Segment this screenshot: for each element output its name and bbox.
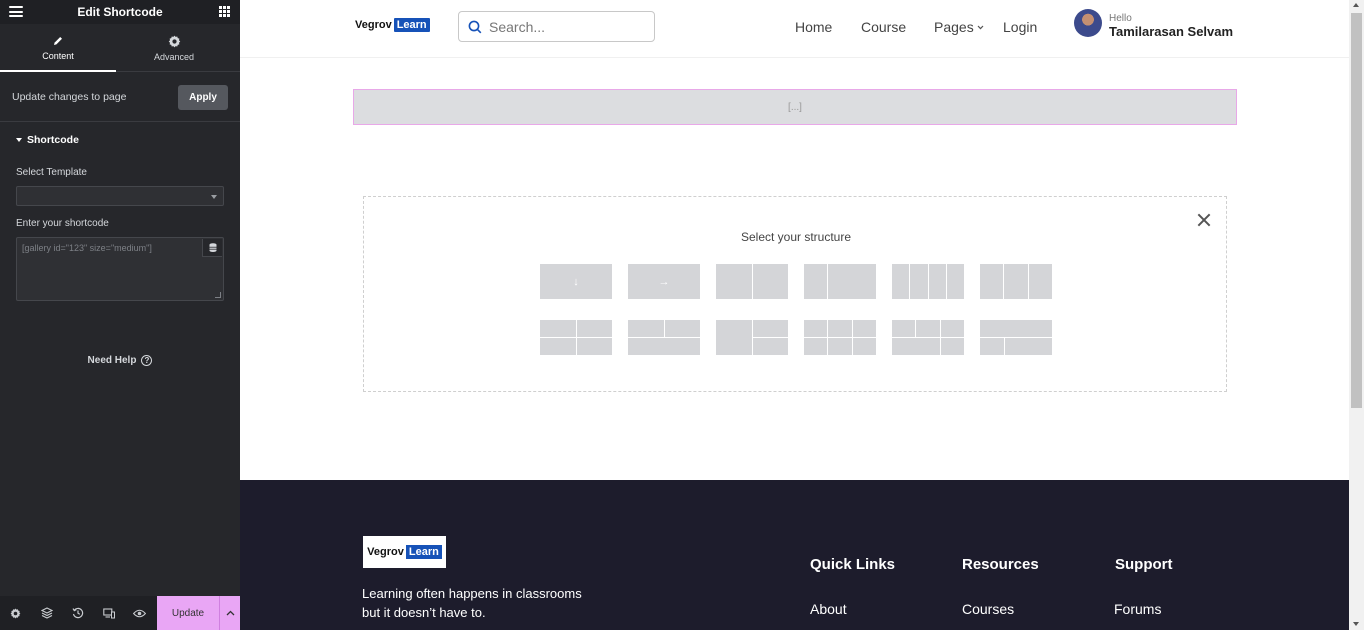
update-button[interactable]: Update: [157, 596, 219, 630]
panel-footer-bar: Update: [0, 596, 240, 630]
panel-header: Edit Shortcode: [0, 0, 240, 24]
panel-title: Edit Shortcode: [77, 5, 163, 19]
arrow-down-icon: ↓: [540, 264, 612, 299]
preset-two-columns-unequal[interactable]: [804, 264, 876, 299]
logo-word-1: Vegrov: [355, 19, 392, 31]
footer-quick-links-title: Quick Links: [810, 556, 896, 573]
select-template-label: Select Template: [16, 167, 87, 178]
footer-logo-word-2: Learn: [405, 545, 442, 559]
help-circle-icon: ?: [141, 355, 153, 366]
preset-two-over-one[interactable]: [628, 320, 700, 355]
preset-grid-2x2[interactable]: [540, 320, 612, 355]
search-placeholder: Search...: [489, 18, 546, 35]
scroll-up-arrow-icon[interactable]: [1353, 3, 1359, 7]
preset-two-columns[interactable]: [716, 264, 788, 299]
dropdown-arrow-icon: [211, 195, 217, 199]
tab-advanced-label: Advanced: [153, 51, 195, 62]
settings-icon[interactable]: [0, 596, 31, 630]
site-header: Vegrov Learn Search... Home Course Pages…: [240, 0, 1349, 58]
logo-word-2: Learn: [393, 18, 430, 32]
shortcode-preview-text: [...]: [788, 101, 802, 113]
footer-link-courses[interactable]: Courses: [962, 601, 1014, 617]
structure-selector: Select your structure ↓ →: [363, 196, 1227, 392]
scrollbar-thumb[interactable]: [1351, 13, 1362, 408]
preset-grid-2x2-unequal[interactable]: [980, 320, 1052, 355]
footer-logo[interactable]: Vegrov Learn: [363, 536, 446, 568]
site-logo[interactable]: Vegrov Learn: [355, 18, 430, 32]
update-options-chevron-up-icon[interactable]: [219, 596, 240, 630]
layers-icon[interactable]: [31, 596, 62, 630]
shortcode-placeholder: [gallery id="123" size="medium"]: [22, 243, 152, 253]
structure-title: Select your structure: [740, 230, 852, 244]
responsive-icon[interactable]: [93, 596, 124, 630]
database-icon: [209, 243, 216, 252]
footer-tagline: Learning often happens in classrooms but…: [362, 586, 582, 620]
chevron-down-icon: [977, 25, 984, 29]
user-greeting: Hello: [1109, 13, 1132, 24]
section-title: Shortcode: [27, 134, 79, 146]
footer-link-forums[interactable]: Forums: [1114, 601, 1161, 617]
elementor-editor-window: Edit Shortcode Content Advanced Update c…: [0, 0, 1364, 630]
history-icon[interactable]: [62, 596, 93, 630]
nav-login[interactable]: Login: [1003, 19, 1037, 35]
panel-tabs: Content Advanced: [0, 24, 240, 72]
tab-content-label: Content: [42, 50, 74, 61]
need-help-link[interactable]: Need Help ?: [0, 355, 240, 366]
footer-resources-title: Resources: [962, 556, 1039, 573]
footer-support-title: Support: [1115, 556, 1173, 573]
shortcode-textarea[interactable]: [gallery id="123" size="medium"]: [16, 237, 224, 301]
editor-panel: Edit Shortcode Content Advanced Update c…: [0, 0, 240, 630]
search-input[interactable]: Search...: [458, 11, 655, 42]
footer-link-about[interactable]: About: [810, 601, 847, 617]
preset-single-column[interactable]: ↓: [540, 264, 612, 299]
caret-down-icon: [16, 138, 22, 142]
tab-advanced[interactable]: Advanced: [116, 24, 232, 72]
site-preview: Vegrov Learn Search... Home Course Pages…: [240, 0, 1349, 630]
apply-button[interactable]: Apply: [178, 85, 228, 110]
preset-two-columns-horizontal[interactable]: →: [628, 264, 700, 299]
gear-icon: [168, 35, 181, 49]
user-name[interactable]: Tamilarasan Selvam: [1109, 24, 1233, 39]
preset-grid-3x2[interactable]: [804, 320, 876, 355]
widgets-grid-icon[interactable]: [219, 6, 230, 17]
scroll-down-arrow-icon[interactable]: [1353, 622, 1359, 626]
dynamic-tags-button[interactable]: [202, 239, 222, 257]
resize-handle-icon[interactable]: [215, 292, 221, 298]
select-template-dropdown[interactable]: [16, 186, 224, 206]
footer-logo-word-1: Vegrov: [367, 546, 404, 558]
nav-course[interactable]: Course: [861, 19, 906, 35]
search-icon: [468, 20, 482, 33]
tab-content[interactable]: Content: [0, 24, 116, 72]
arrow-right-icon: →: [628, 264, 700, 299]
preset-three-columns[interactable]: [980, 264, 1052, 299]
hamburger-menu-icon[interactable]: [9, 6, 23, 17]
nav-pages[interactable]: Pages: [934, 19, 984, 35]
update-changes-text: Update changes to page: [12, 91, 127, 103]
shortcode-field-label: Enter your shortcode: [16, 218, 109, 229]
preset-four-columns[interactable]: [892, 264, 964, 299]
avatar[interactable]: [1074, 9, 1102, 37]
nav-pages-label: Pages: [934, 19, 974, 35]
nav-home[interactable]: Home: [795, 19, 832, 35]
shortcode-section-toggle[interactable]: Shortcode: [16, 134, 79, 146]
need-help-label: Need Help: [87, 355, 137, 366]
page-scrollbar[interactable]: [1349, 0, 1364, 630]
preset-grid-3x2-alt[interactable]: [892, 320, 964, 355]
preview-eye-icon[interactable]: [124, 596, 155, 630]
site-footer: Vegrov Learn Learning often happens in c…: [240, 480, 1349, 630]
pencil-icon: [52, 34, 64, 48]
preset-one-plus-two-stacked[interactable]: [716, 320, 788, 355]
shortcode-widget-preview[interactable]: [...]: [353, 89, 1237, 125]
close-icon[interactable]: [1196, 212, 1212, 228]
